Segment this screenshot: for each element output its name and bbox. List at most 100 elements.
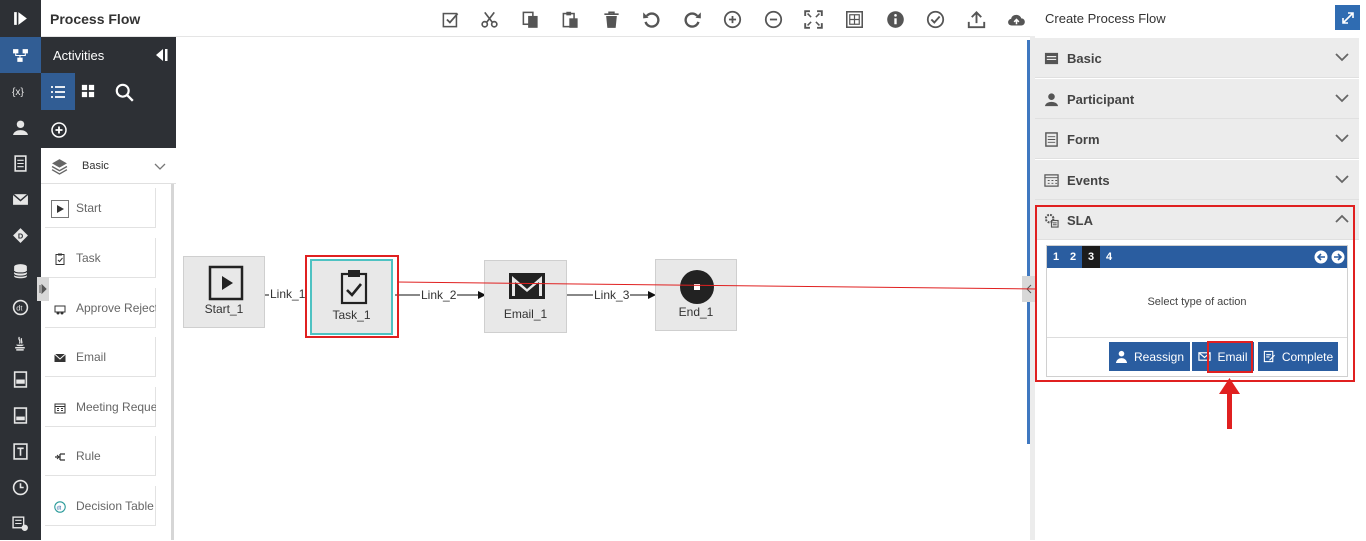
cut-icon[interactable] (478, 8, 500, 30)
palette-item-approve-reject[interactable]: Approve Reject (45, 288, 156, 328)
decision-icon[interactable]: D (0, 217, 41, 253)
chevron-down-icon (154, 163, 166, 170)
info-icon[interactable] (884, 8, 906, 30)
section-form[interactable]: Form (1035, 119, 1359, 159)
palette-item-label: Approve Reject (76, 301, 156, 315)
palette-item-label: Start (76, 201, 102, 215)
palette-item-rule[interactable]: Rule (45, 436, 156, 476)
redo-icon[interactable] (681, 8, 703, 30)
node-label: Start_1 (204, 302, 244, 316)
play-icon (51, 200, 69, 218)
zoom-out-icon[interactable] (762, 8, 784, 30)
link-label[interactable]: Link_3 (593, 288, 631, 302)
node-label: Email_1 (503, 307, 548, 321)
clipboard-icon (51, 250, 69, 268)
delete-icon[interactable] (600, 8, 622, 30)
fit-screen-icon[interactable] (802, 8, 824, 30)
list-view-icon[interactable] (41, 73, 75, 110)
palette-item-label: Task (76, 251, 101, 265)
collapse-panel-icon[interactable] (153, 47, 169, 63)
section-basic[interactable]: Basic (1035, 38, 1359, 78)
expand-icon (1341, 11, 1354, 24)
settings-report-icon[interactable] (0, 505, 41, 541)
section-label: Events (1067, 173, 1110, 188)
palette-item-label: Meeting Request (76, 400, 156, 414)
cloud-upload-icon[interactable] (1005, 8, 1027, 30)
section-label: Participant (1067, 92, 1135, 107)
flow-canvas[interactable]: Start_1 Task_1 Email_1 End_1 Link_1 Link… (176, 37, 1026, 540)
chevron-down-icon (1335, 134, 1349, 143)
zoom-in-icon[interactable] (721, 8, 743, 30)
database-icon[interactable] (0, 253, 41, 289)
rule-icon (51, 448, 69, 466)
form-icon[interactable] (0, 145, 41, 181)
palette-item-label: Email (76, 350, 107, 364)
undo-icon[interactable] (640, 8, 662, 30)
node-end[interactable]: End_1 (655, 259, 737, 331)
palette-item-decision-table[interactable]: dt Decision Table (45, 486, 156, 526)
left-splitter-handle[interactable] (37, 277, 49, 301)
svg-text:dt: dt (57, 505, 62, 511)
file-icon[interactable] (0, 361, 41, 397)
right-splitter-handle[interactable] (1022, 276, 1035, 302)
section-events[interactable]: Events (1035, 160, 1359, 200)
link-label[interactable]: Link_2 (420, 288, 458, 302)
left-icon-rail: {x} D dt (0, 0, 41, 540)
grid-layout-icon[interactable] (843, 8, 865, 30)
section-label: Form (1067, 132, 1100, 147)
palette-scrollbar[interactable] (171, 184, 174, 540)
copy-icon[interactable] (519, 8, 541, 30)
script-file-icon[interactable] (0, 397, 41, 433)
activities-view-tabs (41, 73, 176, 110)
add-icon[interactable] (51, 122, 67, 138)
layers-icon (51, 159, 68, 175)
process-flow-icon[interactable] (0, 37, 41, 73)
stop-icon (680, 270, 714, 304)
link-label[interactable]: Link_1 (269, 287, 307, 301)
text-icon[interactable] (0, 433, 41, 469)
activities-title: Activities (53, 48, 105, 63)
select-icon[interactable] (439, 8, 461, 30)
palette-item-label: Decision Table (76, 499, 154, 513)
section-participant[interactable]: Participant (1035, 79, 1359, 119)
timer-icon[interactable] (0, 469, 41, 505)
palette-item-task[interactable]: Task (45, 238, 156, 278)
right-panel-title: Create Process Flow (1045, 11, 1166, 26)
decision-table-icon[interactable]: dt (0, 289, 41, 325)
chevron-down-icon (1335, 175, 1349, 184)
activity-group-select[interactable]: Basic (41, 148, 176, 184)
calendar-icon (1044, 174, 1059, 187)
collapse-sidebar-icon[interactable] (0, 0, 41, 36)
upload-icon[interactable] (965, 8, 987, 30)
decision-table-icon: dt (51, 498, 69, 516)
svg-text:dt: dt (16, 303, 22, 312)
node-start[interactable]: Start_1 (183, 256, 265, 328)
node-email[interactable]: Email_1 (484, 260, 567, 333)
email-icon (509, 273, 545, 299)
email-icon[interactable] (0, 181, 41, 217)
paste-icon[interactable] (559, 8, 581, 30)
chevron-down-icon (1335, 53, 1349, 62)
activities-header: Activities (41, 37, 176, 73)
tile-view-icon[interactable] (81, 84, 97, 100)
section-label: Basic (1067, 51, 1102, 66)
form-icon (1044, 52, 1059, 65)
play-icon (208, 265, 244, 301)
node-label: End_1 (678, 305, 714, 319)
svg-text:D: D (18, 231, 24, 240)
validate-icon[interactable] (924, 8, 946, 30)
annotation-up-arrow (1219, 378, 1240, 429)
approve-icon (51, 300, 69, 318)
sla-section-highlight (1035, 205, 1355, 382)
palette-item-email[interactable]: Email (45, 337, 156, 377)
variables-icon[interactable]: {x} (0, 73, 41, 109)
search-icon[interactable] (115, 83, 135, 103)
expand-button[interactable] (1335, 5, 1360, 30)
palette-item-meeting-request[interactable]: Meeting Request (45, 387, 156, 427)
add-activity-bar (41, 110, 176, 148)
right-panel-header: Create Process Flow (1035, 0, 1366, 37)
participant-icon[interactable] (0, 109, 41, 145)
palette-item-start[interactable]: Start (45, 188, 156, 228)
java-icon[interactable] (0, 325, 41, 361)
email-button-highlight (1207, 341, 1253, 373)
